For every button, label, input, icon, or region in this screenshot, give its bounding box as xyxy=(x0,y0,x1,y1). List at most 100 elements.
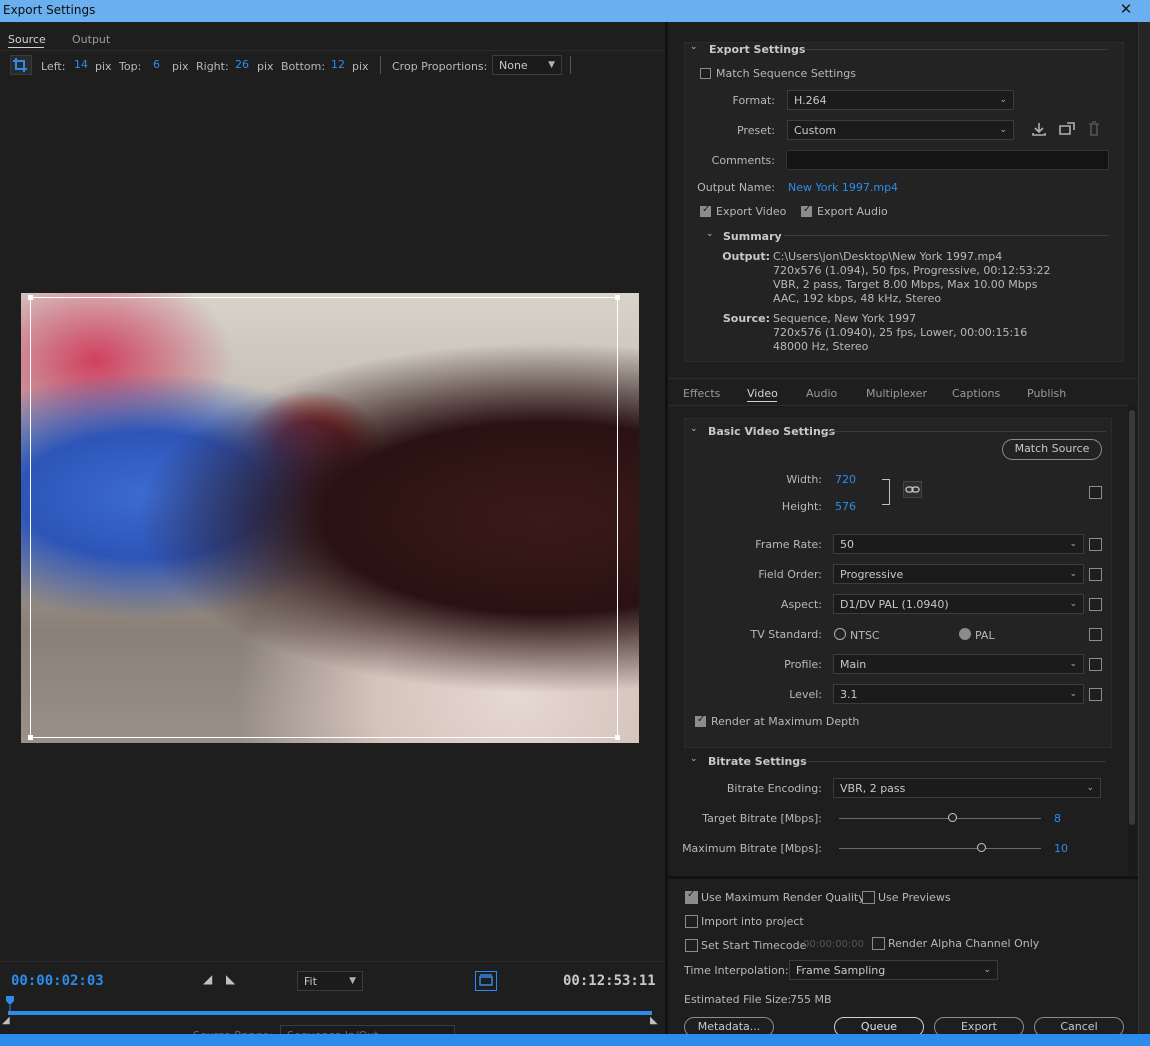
summary-chevron-icon[interactable]: ⌄ xyxy=(706,229,714,239)
profile-dropdown[interactable]: Main ⌄ xyxy=(833,654,1084,674)
chevron-down-icon: ⌄ xyxy=(999,125,1007,135)
override-aspect-checkbox[interactable] xyxy=(1089,598,1102,611)
delete-preset-icon[interactable] xyxy=(1087,121,1101,140)
chevron-down-icon: ⌄ xyxy=(1086,783,1094,793)
override-level-checkbox[interactable] xyxy=(1089,688,1102,701)
crop-top-value[interactable]: 6 xyxy=(153,58,160,71)
override-tv-standard-checkbox[interactable] xyxy=(1089,628,1102,641)
max-bitrate-value[interactable]: 10 xyxy=(1054,842,1068,855)
settings-scrollbar-thumb[interactable] xyxy=(1129,410,1135,825)
max-bitrate-knob[interactable] xyxy=(977,843,986,852)
frame-rate-label: Frame Rate: xyxy=(755,538,822,551)
ntsc-radio[interactable] xyxy=(834,628,846,640)
pal-radio[interactable] xyxy=(959,628,971,640)
tab-multiplexer[interactable]: Multiplexer xyxy=(866,387,927,400)
export-video-checkbox[interactable] xyxy=(700,204,711,217)
use-previews-label: Use Previews xyxy=(878,891,951,904)
chevron-down-icon: ⌄ xyxy=(983,965,991,975)
target-bitrate-track[interactable] xyxy=(839,818,1041,819)
set-in-point-icon[interactable]: ◢ xyxy=(203,972,212,986)
chevron-down-icon: ⌄ xyxy=(1069,659,1077,669)
crop-right-value[interactable]: 26 xyxy=(235,58,249,71)
tab-video[interactable]: Video xyxy=(747,387,778,400)
crop-handle-top-right[interactable] xyxy=(615,295,620,300)
crop-handle-bottom-left[interactable] xyxy=(28,735,33,740)
export-audio-checkbox[interactable] xyxy=(801,204,812,217)
tab-source[interactable]: Source xyxy=(8,33,46,46)
close-button[interactable]: ✕ xyxy=(1116,0,1136,20)
preset-dropdown[interactable]: Custom ⌄ xyxy=(787,120,1014,140)
frame-rate-dropdown[interactable]: 50 ⌄ xyxy=(833,534,1084,554)
import-preset-icon[interactable] xyxy=(1058,121,1076,140)
crop-left-value[interactable]: 14 xyxy=(74,58,88,71)
match-source-button[interactable]: Match Source xyxy=(1002,439,1102,460)
format-dropdown[interactable]: H.264 ⌄ xyxy=(787,90,1014,110)
set-start-tc-checkbox[interactable] xyxy=(685,939,698,952)
bitrate-encoding-dropdown[interactable]: VBR, 2 pass ⌄ xyxy=(833,778,1101,798)
crop-handle-top-left[interactable] xyxy=(28,295,33,300)
import-project-checkbox[interactable] xyxy=(685,915,698,928)
max-bitrate-label: Maximum Bitrate [Mbps]: xyxy=(682,842,822,855)
collapse-chevron-icon[interactable]: ⌄ xyxy=(690,42,698,52)
in-point-marker-icon[interactable]: ◢ xyxy=(2,1015,10,1026)
output-name-link[interactable]: New York 1997.mp4 xyxy=(788,181,898,194)
tab-captions[interactable]: Captions xyxy=(952,387,1000,400)
crop-left-unit: pix xyxy=(95,60,112,73)
use-max-render-checkbox[interactable] xyxy=(685,889,698,904)
zoom-fit-dropdown[interactable]: Fit ▼ xyxy=(297,971,363,991)
comments-input[interactable] xyxy=(786,150,1109,170)
override-dimensions-checkbox[interactable] xyxy=(1089,486,1102,499)
match-sequence-label: Match Sequence Settings xyxy=(716,67,856,80)
tab-effects[interactable]: Effects xyxy=(683,387,720,400)
panel-divider[interactable] xyxy=(665,22,668,1034)
render-alpha-checkbox[interactable] xyxy=(872,937,885,950)
tab-audio[interactable]: Audio xyxy=(806,387,837,400)
set-out-point-icon[interactable]: ◣ xyxy=(226,972,235,986)
crop-bottom-value[interactable]: 12 xyxy=(331,58,345,71)
frame-rate-value: 50 xyxy=(840,538,854,551)
out-point-marker-icon[interactable]: ◣ xyxy=(650,1015,658,1026)
override-frame-rate-checkbox[interactable] xyxy=(1089,538,1102,551)
crop-tool-button[interactable] xyxy=(10,55,32,75)
playhead[interactable] xyxy=(5,995,15,1011)
crop-rectangle[interactable] xyxy=(30,297,618,738)
use-max-render-label: Use Maximum Render Quality xyxy=(701,891,865,904)
summary-source-line: Sequence, New York 1997 xyxy=(773,312,917,325)
timeline-range-bar[interactable] xyxy=(8,1011,652,1015)
aspect-value: D1/DV PAL (1.0940) xyxy=(840,598,949,611)
comments-label: Comments: xyxy=(711,154,775,167)
bitrate-chevron-icon[interactable]: ⌄ xyxy=(690,754,698,764)
basic-video-rule xyxy=(826,431,1106,432)
crop-proportions-dropdown[interactable]: None ▼ xyxy=(492,55,562,75)
preset-value: Custom xyxy=(794,124,837,137)
constrain-proportions-button[interactable] xyxy=(903,481,922,498)
field-order-dropdown[interactable]: Progressive ⌄ xyxy=(833,564,1084,584)
target-bitrate-label: Target Bitrate [Mbps]: xyxy=(702,812,822,825)
crop-right-unit: pix xyxy=(257,60,274,73)
target-bitrate-value[interactable]: 8 xyxy=(1054,812,1061,825)
max-bitrate-track[interactable] xyxy=(839,848,1041,849)
aspect-dropdown[interactable]: D1/DV PAL (1.0940) ⌄ xyxy=(833,594,1084,614)
render-alpha-label: Render Alpha Channel Only xyxy=(888,937,1040,950)
crop-handle-bottom-right[interactable] xyxy=(615,735,620,740)
tab-output[interactable]: Output xyxy=(72,33,110,46)
basic-video-chevron-icon[interactable]: ⌄ xyxy=(690,424,698,434)
time-interp-dropdown[interactable]: Frame Sampling ⌄ xyxy=(789,960,998,980)
width-value[interactable]: 720 xyxy=(835,473,856,486)
target-bitrate-knob[interactable] xyxy=(948,813,957,822)
match-sequence-checkbox[interactable] xyxy=(700,68,711,79)
profile-value: Main xyxy=(840,658,867,671)
tab-publish[interactable]: Publish xyxy=(1027,387,1066,400)
override-profile-checkbox[interactable] xyxy=(1089,658,1102,671)
height-value[interactable]: 576 xyxy=(835,500,856,513)
save-preset-icon[interactable] xyxy=(1031,121,1047,140)
level-dropdown[interactable]: 3.1 ⌄ xyxy=(833,684,1084,704)
current-timecode[interactable]: 00:00:02:03 xyxy=(11,973,104,989)
render-max-depth-checkbox[interactable] xyxy=(695,714,706,727)
use-previews-checkbox[interactable] xyxy=(862,891,875,904)
zoom-fit-value: Fit xyxy=(304,975,317,988)
window-title: Export Settings xyxy=(3,3,96,17)
est-size-value: 755 MB xyxy=(790,993,832,1006)
override-field-order-checkbox[interactable] xyxy=(1089,568,1102,581)
aspect-correction-button[interactable] xyxy=(475,971,497,991)
